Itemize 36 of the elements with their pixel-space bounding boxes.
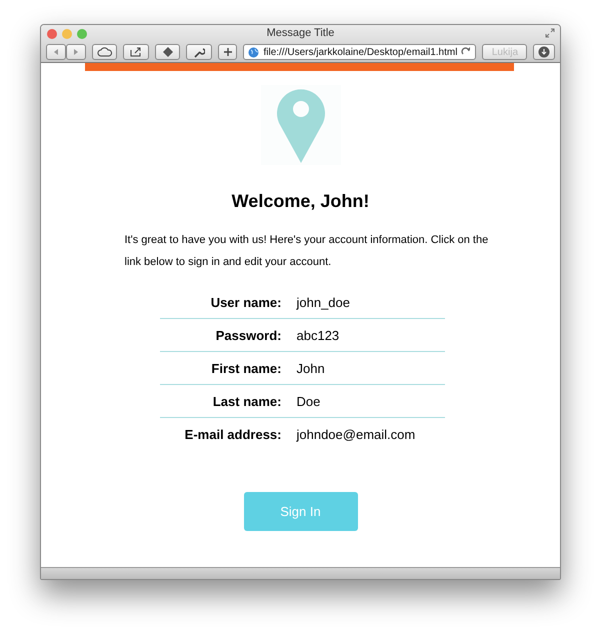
field-label: Password: xyxy=(160,318,296,352)
field-value: John xyxy=(296,352,444,384)
add-button[interactable] xyxy=(218,44,238,60)
location-pin-icon xyxy=(260,85,340,165)
globe-icon xyxy=(248,46,260,58)
address-bar[interactable]: file:///Users/jarkkolaine/Desktop/email1.html xyxy=(243,44,476,60)
back-button[interactable] xyxy=(46,44,66,60)
close-icon[interactable] xyxy=(47,28,57,38)
field-label: E-mail address: xyxy=(160,418,296,450)
cloud-icon xyxy=(96,47,113,57)
tools-button[interactable] xyxy=(186,44,212,60)
downloads-button[interactable] xyxy=(533,44,555,60)
field-value: johndoe@email.com xyxy=(296,418,444,450)
forward-button[interactable] xyxy=(66,44,86,60)
diamond-icon xyxy=(162,46,174,58)
field-value: abc123 xyxy=(296,318,444,352)
share-button[interactable] xyxy=(123,44,149,60)
intro-paragraph: It's great to have you with us! Here's your account information. Click on the link below to sign in and edit your account. xyxy=(124,233,490,270)
fullscreen-icon[interactable] xyxy=(545,28,555,38)
heading: Welcome, John! xyxy=(232,190,370,212)
window-title: Message Title xyxy=(266,27,334,39)
field-label: First name: xyxy=(160,352,296,384)
plus-icon xyxy=(222,47,233,57)
bookmark-button[interactable] xyxy=(154,44,180,60)
wrench-icon xyxy=(193,46,206,58)
field-value: Doe xyxy=(296,384,444,418)
download-icon xyxy=(538,46,550,58)
share-icon xyxy=(130,47,142,57)
sign-in-button[interactable]: Sign In xyxy=(244,492,358,531)
field-label: User name: xyxy=(160,286,296,318)
field-value: john_doe xyxy=(296,286,444,318)
forward-icon xyxy=(72,48,80,56)
cloud-button[interactable] xyxy=(92,44,118,60)
field-label: Last name: xyxy=(160,384,296,418)
reload-icon[interactable] xyxy=(461,47,472,57)
back-icon xyxy=(52,48,60,56)
